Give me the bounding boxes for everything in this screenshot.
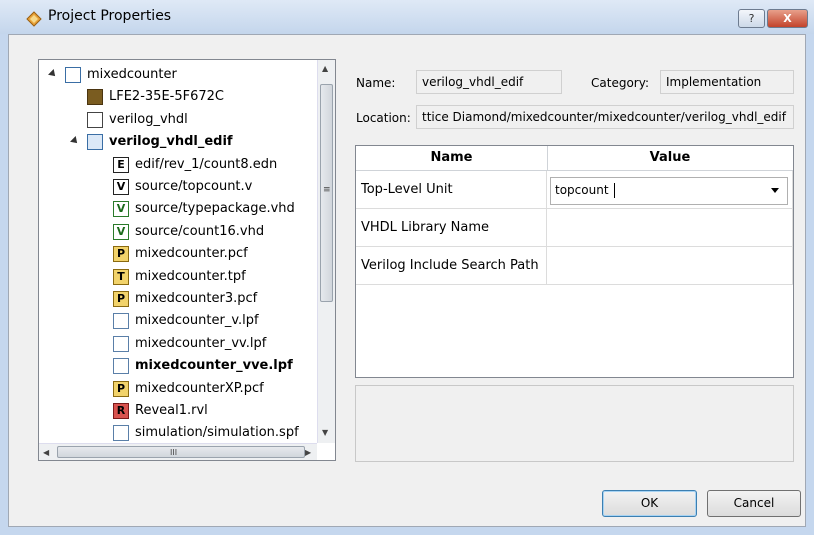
vhdl-icon: V: [113, 201, 129, 218]
project-icon: [65, 67, 81, 83]
spf-icon: [113, 425, 129, 442]
tree-item[interactable]: Pmixedcounter.pcf: [39, 243, 317, 265]
tree-item[interactable]: mixedcounter_v.lpf: [39, 310, 317, 332]
tree-item[interactable]: PmixedcounterXP.pcf: [39, 378, 317, 400]
tree-item-label: mixedcounter: [87, 67, 177, 82]
active-implementation-icon: [87, 134, 103, 151]
window-frame: Project Properties ? X mixedcounter LFE2-…: [0, 0, 814, 535]
property-name: Top-Level Unit: [356, 171, 547, 209]
close-button[interactable]: X: [767, 9, 808, 28]
pcf-icon: P: [113, 380, 129, 397]
location-field: ttice Diamond/mixedcounter/mixedcounter/…: [416, 105, 794, 129]
tree-item-label: mixedcounter.tpf: [135, 268, 246, 284]
tree-item[interactable]: Tmixedcounter.tpf: [39, 266, 317, 288]
name-label: Name:: [356, 76, 396, 90]
tpf-icon: T: [113, 268, 129, 285]
verilog-include-path-value[interactable]: [547, 247, 793, 285]
top-level-unit-combobox[interactable]: topcount: [547, 171, 793, 209]
location-label: Location:: [356, 111, 411, 125]
tree-item-label: simulation/simulation.spf: [135, 425, 299, 441]
tree-item[interactable]: mixedcounter_vve.lpf: [39, 355, 317, 377]
tree-item[interactable]: Vsource/typepackage.vhd: [39, 198, 317, 220]
grip-icon: III: [170, 448, 178, 457]
grip-icon: ≡: [323, 185, 331, 195]
lpf-icon: [113, 313, 129, 330]
edif-icon: E: [113, 156, 129, 173]
vhdl-icon: V: [113, 223, 129, 240]
project-tree[interactable]: mixedcounter LFE2-35E-5F672C verilog_vhdlv…: [38, 59, 336, 461]
diamond-app-icon: [26, 11, 42, 27]
category-field: Implementation: [660, 70, 794, 94]
help-button[interactable]: ?: [738, 9, 765, 28]
text-cursor: [614, 183, 615, 198]
expand-toggle-icon[interactable]: [48, 69, 58, 79]
window-title: Project Properties: [48, 8, 172, 24]
tree-item-label: edif/rev_1/count8.edn: [135, 156, 278, 172]
cancel-button[interactable]: Cancel: [707, 490, 801, 517]
tree-item-label: mixedcounter_vv.lpf: [135, 335, 267, 351]
tree-item-label: mixedcounterXP.pcf: [135, 380, 264, 396]
property-name: VHDL Library Name: [356, 209, 547, 247]
tree-item-label: verilog_vhdl_edif: [109, 134, 233, 150]
reveal-icon: R: [113, 403, 129, 419]
tree-item-label: mixedcounter_vve.lpf: [135, 358, 293, 374]
name-field: verilog_vhdl_edif: [416, 70, 562, 94]
lpf-icon: [113, 335, 129, 352]
device-icon: [87, 89, 103, 106]
tree-item[interactable]: Pmixedcounter3.pcf: [39, 288, 317, 310]
title-bar[interactable]: Project Properties ? X: [0, 0, 814, 34]
expand-toggle-icon[interactable]: [70, 136, 80, 147]
chevron-down-icon[interactable]: [771, 188, 779, 193]
tree-item[interactable]: verilog_vhdl_edif: [39, 131, 317, 153]
pcf-icon: P: [113, 291, 129, 307]
tree-item-label: LFE2-35E-5F672C: [109, 89, 224, 105]
tree-item[interactable]: Vsource/count16.vhd: [39, 221, 317, 243]
tree-item-label: verilog_vhdl: [109, 111, 188, 127]
property-description-panel: [355, 385, 794, 462]
scroll-left-icon[interactable]: ◀: [43, 448, 49, 457]
tree-item[interactable]: verilog_vhdl: [39, 109, 317, 131]
grid-header-value[interactable]: Value: [547, 146, 793, 171]
pcf-icon: P: [113, 246, 129, 263]
tree-item[interactable]: simulation/simulation.spf: [39, 422, 317, 444]
tree-item-label: mixedcounter3.pcf: [135, 291, 258, 306]
property-name: Verilog Include Search Path: [356, 247, 547, 285]
lpf-icon: [113, 358, 129, 375]
tree-item-label: source/topcount.v: [135, 179, 253, 194]
grid-header-name[interactable]: Name: [356, 146, 548, 171]
combobox-value[interactable]: topcount: [555, 178, 609, 202]
tree-item-label: Reveal1.rvl: [135, 403, 208, 418]
tree-horizontal-scroll-thumb[interactable]: III: [57, 446, 305, 458]
tree-item[interactable]: R Reveal1.rvl: [39, 400, 317, 422]
tree-item[interactable]: Vsource/topcount.v: [39, 176, 317, 198]
implementation-icon: [87, 111, 103, 128]
scroll-up-icon[interactable]: ▲: [322, 64, 328, 73]
property-grid: Name Value Top-Level Unit topcount VHDL …: [355, 145, 794, 378]
tree-item-label: source/typepackage.vhd: [135, 201, 295, 217]
scroll-down-icon[interactable]: ▼: [322, 428, 328, 437]
tree-item[interactable]: LFE2-35E-5F672C: [39, 86, 317, 108]
tree-item-label: source/count16.vhd: [135, 223, 265, 239]
ok-button[interactable]: OK: [602, 490, 697, 517]
vhdl-library-name-value[interactable]: [547, 209, 793, 247]
tree-item[interactable]: mixedcounter: [39, 64, 317, 86]
category-label: Category:: [591, 76, 649, 90]
verilog-icon: V: [113, 179, 129, 195]
tree-item-label: mixedcounter_v.lpf: [135, 313, 259, 329]
scroll-right-icon[interactable]: ▶: [305, 448, 311, 457]
tree-vertical-scroll-thumb[interactable]: ≡: [320, 84, 333, 302]
tree-item[interactable]: mixedcounter_vv.lpf: [39, 333, 317, 355]
tree-item-label: mixedcounter.pcf: [135, 246, 248, 262]
tree-item[interactable]: Eedif/rev_1/count8.edn: [39, 154, 317, 176]
